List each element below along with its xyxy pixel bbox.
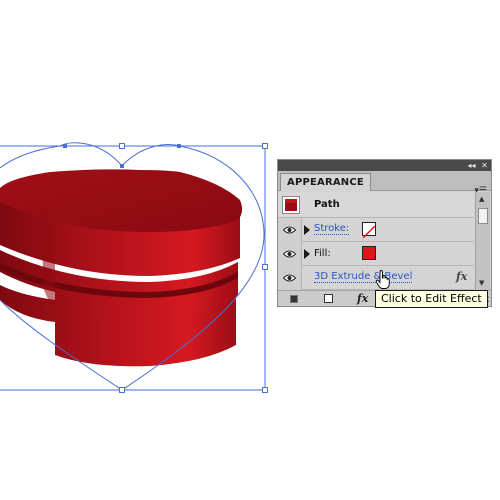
eye-icon <box>283 274 296 282</box>
fx-icon: fx <box>456 270 468 283</box>
panel-tab-row: APPEARANCE ▾☰ <box>278 171 491 196</box>
no-color-icon[interactable] <box>362 222 376 239</box>
tab-appearance[interactable]: APPEARANCE <box>280 173 371 191</box>
eye-icon <box>283 250 296 258</box>
handle-bottom-right[interactable] <box>262 387 268 393</box>
expand-fill-icon[interactable] <box>304 249 310 259</box>
tooltip: Click to Edit Effect <box>375 290 488 308</box>
scroll-thumb[interactable] <box>478 208 488 224</box>
expand-stroke-icon[interactable] <box>304 225 310 235</box>
fill-swatch[interactable] <box>362 246 376 260</box>
fill-label: Fill: <box>314 248 331 259</box>
effect-visibility-toggle[interactable] <box>278 266 302 290</box>
path-thumbnail-icon <box>282 196 300 214</box>
handle-top-right[interactable] <box>262 143 268 149</box>
panel-titlebar[interactable]: ◂◂ ✕ <box>278 160 491 171</box>
stroke-row[interactable]: Stroke: <box>278 218 474 242</box>
hand-pointer-icon <box>375 270 390 289</box>
close-icon[interactable]: ✕ <box>479 160 490 171</box>
stroke-visibility-toggle[interactable] <box>278 218 302 242</box>
fill-visibility-toggle[interactable] <box>278 242 302 266</box>
stroke-label[interactable]: Stroke: <box>314 223 350 235</box>
object-type-label: Path <box>314 199 340 210</box>
object-row[interactable]: Path <box>278 192 474 218</box>
new-art-basic-icon[interactable] <box>290 293 300 305</box>
effect-label[interactable]: 3D Extrude & Bevel <box>314 271 413 283</box>
scroll-up-icon[interactable]: ▲ <box>479 195 484 203</box>
handle-bottom-middle[interactable] <box>119 387 125 393</box>
add-effect-icon[interactable]: fx <box>357 293 368 305</box>
handle-top-middle[interactable] <box>119 143 125 149</box>
double-chevron-icon[interactable]: ◂◂ <box>466 160 477 171</box>
scrollbar[interactable]: ▲ ▼ <box>475 192 490 290</box>
scroll-down-icon[interactable]: ▼ <box>479 279 484 287</box>
handle-middle-right[interactable] <box>262 264 268 270</box>
heart-box-object[interactable] <box>0 169 243 367</box>
clear-appearance-icon[interactable] <box>324 293 334 305</box>
fill-row[interactable]: Fill: <box>278 242 474 266</box>
eye-icon <box>283 226 296 234</box>
